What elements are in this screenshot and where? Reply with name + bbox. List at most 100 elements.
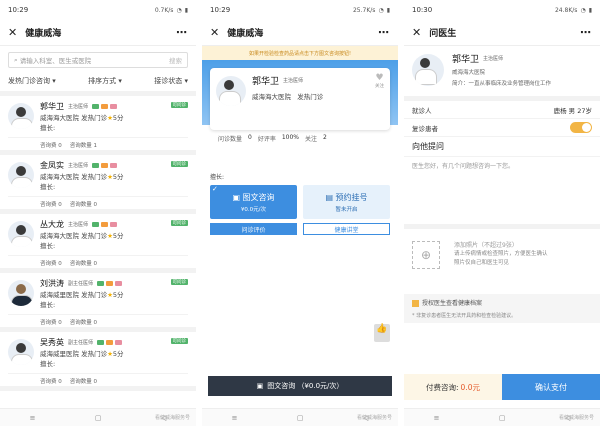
online-badge: 可问诊 xyxy=(170,220,188,226)
follow-label: 关注 xyxy=(375,84,384,89)
watermark: 看健威海服务号 xyxy=(154,415,190,421)
home-icon[interactable]: ▢ xyxy=(499,414,506,422)
menu-icon[interactable]: ≡ xyxy=(434,414,440,422)
more-icon[interactable]: ⋯ xyxy=(580,26,592,39)
menu-icon[interactable]: ≡ xyxy=(30,414,36,422)
hospital: 威海威里医院 xyxy=(40,291,79,299)
count: 咨询数量 0 xyxy=(69,261,97,267)
filter-status[interactable]: 接诊状态 ▾ xyxy=(154,76,188,86)
battery-icon: ▮ xyxy=(386,6,390,14)
consult-button[interactable]: ▣ 图文咨询 （¥0.0元/次） xyxy=(208,376,392,396)
follow-button[interactable]: ♥ 关注 xyxy=(375,73,384,89)
dept: 发热门诊 xyxy=(81,232,108,240)
camera-icon[interactable]: ⊕ xyxy=(412,241,440,269)
filter-sort[interactable]: 排序方式 ▾ xyxy=(88,76,122,86)
home-icon[interactable]: ▢ xyxy=(297,414,304,422)
patient-row[interactable]: 就诊人 鹿杨 男 27岁 xyxy=(404,101,600,119)
filter-dept[interactable]: 发热门诊咨询 ▾ xyxy=(8,76,56,86)
list-item[interactable]: 刘洪涛 副主任医师 威海威里医院 发热门诊★5分 擅长: 咨询费 0 咨询数量 0 … xyxy=(0,273,196,332)
tag-orange xyxy=(100,163,108,168)
close-icon[interactable]: ✕ xyxy=(210,26,219,39)
list-item[interactable]: 郭华卫 主治医师 威海海大医院 发热门诊★5分 擅长: 咨询费 0 咨询数量 1 可… xyxy=(0,96,196,155)
menu-icon[interactable]: ≡ xyxy=(232,414,238,422)
doctor-name: 丛大龙 xyxy=(40,220,64,229)
avatar xyxy=(8,221,34,247)
fee: 咨询费 0 xyxy=(40,202,62,208)
photo-title: 添加照片（不超过9张） xyxy=(454,242,518,249)
doctor-header: 郭华卫 主治医师 威海海大医院 发热门诊 ♥ 关注 问诊数量 0 好评率 100% 关注… xyxy=(202,60,398,168)
avatar xyxy=(8,103,34,129)
doctor-title: 主治医师 xyxy=(68,222,89,228)
online-badge: 可问诊 xyxy=(170,338,188,344)
intro: 擅长: xyxy=(40,360,56,368)
fee: 咨询费 0 xyxy=(40,143,62,149)
pay-bar: 付费咨询: 0.0元 确认支付 xyxy=(404,374,600,400)
watermark: 看健威海服务号 xyxy=(356,415,392,421)
list-item[interactable]: 吴秀英 副主任医师 威海威里医院 发热门诊★5分 擅长: 咨询费 0 咨询数量 0 … xyxy=(0,332,196,391)
tab-reviews[interactable]: 问诊评价 xyxy=(210,223,297,235)
appointment-option[interactable]: ▤ 预约挂号 暂未开启 xyxy=(303,185,390,219)
clock: 10:29 xyxy=(210,6,231,14)
doctor-name: 郭华卫 xyxy=(252,77,280,87)
tab-health-lectures[interactable]: 健康讲堂 xyxy=(303,223,390,235)
service-price: ¥0.0元/次 xyxy=(240,206,267,213)
pay-summary: 付费咨询: 0.0元 xyxy=(404,374,502,400)
avatar xyxy=(8,339,34,365)
tag-pink xyxy=(109,163,117,168)
search-button[interactable]: 搜索 xyxy=(169,55,182,65)
status-bar: 10:29 25.7K/s ◔ ▮ xyxy=(202,0,398,20)
list-item[interactable]: 金凤实 主治医师 威海海大医院 发热门诊★5分 擅长: 咨询费 0 咨询数量 0 可… xyxy=(0,155,196,214)
auth-note: * 非复诊患者医生无法开具药和检查检验建议。 xyxy=(412,313,517,319)
intro: 擅长: xyxy=(210,174,225,181)
image-icon: ▣ xyxy=(232,192,243,202)
status-bar: 10:29 0.7K/s ◔ ▮ xyxy=(0,0,196,20)
close-icon[interactable]: ✕ xyxy=(8,26,17,39)
image-text-consult-option[interactable]: ✓ ▣ 图文咨询 ¥0.0元/次 xyxy=(210,185,297,219)
more-icon[interactable]: ⋯ xyxy=(378,26,390,39)
question-input[interactable]: 医生您好，有几个问题想咨询一下您。 xyxy=(404,157,600,229)
count: 咨询数量 0 xyxy=(69,202,97,208)
image-icon: ▣ xyxy=(256,382,264,390)
auth-checkbox[interactable]: 授权医生查看健康档案 xyxy=(412,298,592,307)
revisit-row: 复诊患者 xyxy=(404,119,600,137)
auth-section: 授权医生查看健康档案 * 非复诊患者医生无法开具药和检查检验建议。 xyxy=(404,294,600,323)
patient-label: 就诊人 xyxy=(412,106,432,115)
hospital: 威海海大医院 xyxy=(40,232,79,240)
system-nav: ≡ ▢ ◁ 看健威海服务号 xyxy=(404,408,600,426)
revisit-toggle[interactable] xyxy=(570,122,592,133)
doctor-name: 郭华卫 xyxy=(452,55,480,65)
net-speed: 24.8K/s xyxy=(554,6,578,14)
wifi-icon: ◔ xyxy=(176,6,182,14)
doctor-name: 吴秀英 xyxy=(40,338,64,347)
score: 5分 xyxy=(112,232,124,240)
doctor-name: 金凤实 xyxy=(40,161,64,170)
dept: 发热门诊 xyxy=(81,291,108,299)
stat-label: 好评率 xyxy=(257,136,276,143)
fee: 咨询费 0 xyxy=(40,379,62,385)
question-heading: 向他提问 xyxy=(404,137,600,157)
doctor-title: 主治医师 xyxy=(68,104,89,110)
status-icons: 24.8K/s ◔ ▮ xyxy=(555,7,592,14)
photo-desc: 请上传病情或检查照片，方便医生确认 xyxy=(454,251,548,258)
thumbs-up-icon[interactable]: 👍 xyxy=(374,324,390,342)
score: 5分 xyxy=(112,291,124,299)
doctor-summary: 郭华卫 主治医师 威海海大医院 简介：一直从事临床及业务管理岗位工作 xyxy=(404,46,600,101)
page-title: 问医生 xyxy=(429,29,457,39)
revisit-label: 复诊患者 xyxy=(412,124,438,133)
stat-label: 问诊数量 xyxy=(218,136,243,143)
dept: 发热门诊 xyxy=(81,173,108,181)
doctor-title: 副主任医师 xyxy=(68,340,94,346)
photo-upload: ⊕ 添加照片（不超过9张） 请上传病情或检查照片，方便医生确认 照片仅自己和医生可见 xyxy=(404,229,600,291)
intro: 擅长: xyxy=(40,242,56,250)
search-input[interactable]: ⌕ 请输入科室、医生或医院 搜索 xyxy=(8,52,188,68)
doctor-title: 主治医师 xyxy=(483,56,504,62)
consult-button-label: 图文咨询 （¥0.0元/次） xyxy=(267,382,344,390)
service-name: 图文咨询 xyxy=(242,192,275,202)
confirm-pay-button[interactable]: 确认支付 xyxy=(502,374,600,400)
tag-pink xyxy=(114,340,122,345)
home-icon[interactable]: ▢ xyxy=(95,414,102,422)
list-item[interactable]: 丛大龙 主治医师 威海海大医院 发热门诊★5分 擅长: 咨询费 0 咨询数量 0 可… xyxy=(0,214,196,273)
more-icon[interactable]: ⋯ xyxy=(176,26,188,39)
close-icon[interactable]: ✕ xyxy=(412,26,421,39)
sub-tabs: 问诊评价 健康讲堂 xyxy=(202,219,398,239)
